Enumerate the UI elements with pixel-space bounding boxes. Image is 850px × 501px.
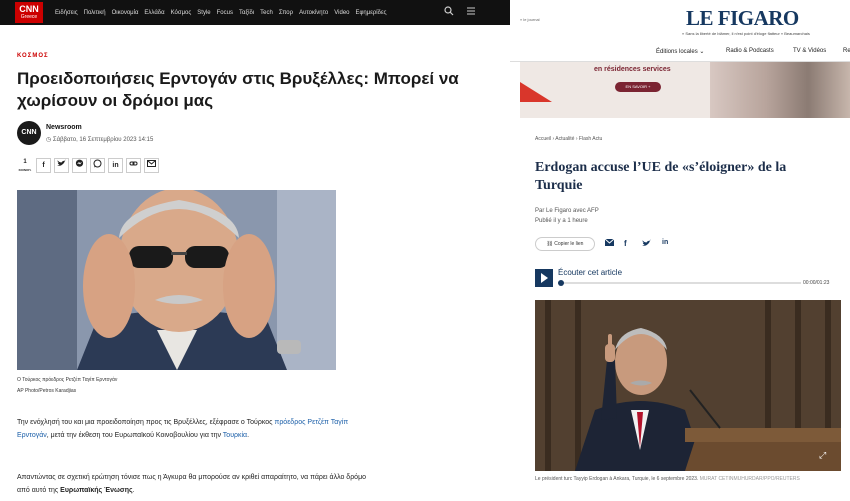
nav-item-video[interactable]: Video <box>334 10 349 16</box>
linkedin-icon[interactable]: in <box>108 158 123 173</box>
nav-item-sport[interactable]: Σπορ <box>279 10 293 16</box>
breadcrumb[interactable]: Accueil › Actualité › Flash Actu <box>535 136 602 142</box>
nav-item-news[interactable]: Ειδήσεις <box>55 10 78 16</box>
article-title: Προειδοποιήσεις Ερντογάν στις Βρυξέλλες:… <box>17 69 459 110</box>
figaro-tagline: « le journal <box>520 17 540 22</box>
nav-item-style[interactable]: Style <box>197 10 210 16</box>
figaro-article-panel: « le journal LE FIGARO « Sans la liberté… <box>510 0 850 501</box>
ad-button[interactable]: EN SAVOIR + <box>615 82 661 92</box>
expand-icon[interactable]: ⤢ <box>819 450 826 461</box>
caption-text: Le président turc Tayyip Erdogan à Ankar… <box>535 476 700 482</box>
paragraph-text: Την ενόχλησή του και μια προειδοποίηση π… <box>17 419 275 426</box>
cnn-logo-text: CNN <box>19 4 39 14</box>
nav-item-travel[interactable]: Ταξίδι <box>239 10 254 16</box>
link-turkey[interactable]: Τουρκία <box>223 432 247 439</box>
share-bar: 1 ΚΟΙΝΟΠ. f in <box>17 158 159 173</box>
facebook-icon[interactable]: f <box>36 158 51 173</box>
figaro-logo[interactable]: LE FIGARO <box>686 6 799 31</box>
twitter-icon[interactable] <box>642 239 651 249</box>
article-date-text: Σάββατο, 16 Σεπτεμβρίου 2023 14:15 <box>52 137 154 143</box>
nav-item-focus[interactable]: Focus <box>217 10 233 16</box>
paragraph-text: . <box>247 432 250 439</box>
audio-time: 00:00/01:23 <box>803 280 830 286</box>
ad-red-triangle <box>520 82 552 102</box>
ad-photo <box>710 62 850 118</box>
paragraph-text: , μετά την έκθεση του Ευρωπαϊκού Κοινοβο… <box>46 432 223 439</box>
audio-progress-handle[interactable] <box>558 280 564 286</box>
messenger-icon[interactable] <box>72 158 87 173</box>
play-icon[interactable] <box>535 269 553 287</box>
cnn-logo-sub: Greece <box>20 14 38 20</box>
clock-icon: ◷ <box>46 137 53 143</box>
bold-eu: Ευρωπαϊκής Ένωσης <box>60 487 133 494</box>
search-icon[interactable] <box>444 6 454 19</box>
photo-credit: AP Photo/Petros Karadjias <box>17 388 77 394</box>
article-published: Publié il y a 1 heure <box>535 218 588 224</box>
nav-item-greece[interactable]: Ελλάδα <box>144 10 164 16</box>
linkedin-icon[interactable]: in <box>662 239 668 246</box>
share-count-label: ΚΟΙΝΟΠ. <box>18 168 32 172</box>
article-paragraph-1: Την ενόχλησή του και μια προειδοποίηση π… <box>17 416 377 442</box>
share-count-value: 1 <box>23 159 27 165</box>
ad-text: en résidences services <box>594 66 671 73</box>
nav-item-newspapers[interactable]: Εφημερίδες <box>356 10 387 16</box>
copy-link-button[interactable]: ⛓ Copier le lien <box>535 237 595 251</box>
nav-item-economy[interactable]: Οικονομία <box>112 10 139 16</box>
cnn-top-nav: CNN Greece Ειδήσεις Πολιτική Οικονομία Ε… <box>0 0 510 25</box>
subnav-more[interactable]: Re <box>843 48 850 54</box>
whatsapp-icon[interactable] <box>90 158 105 173</box>
article-category[interactable]: ΚΟΣΜΟΣ <box>17 53 49 59</box>
photo-caption: Ο Τούρκος πρόεδρος Ρετζέπ Ταγίπ Ερντογάν <box>17 377 118 383</box>
article-date: ◷ Σάββατο, 16 Σεπτεμβρίου 2023 14:15 <box>46 136 153 143</box>
nav-item-tech[interactable]: Tech <box>260 10 273 16</box>
article-title: Erdogan accuse l’UE de «s’éloigner» de l… <box>535 160 787 193</box>
nav-item-world[interactable]: Κόσμος <box>171 10 192 16</box>
facebook-icon[interactable]: f <box>624 239 627 248</box>
nav-item-politics[interactable]: Πολιτική <box>84 10 106 16</box>
figaro-subnav: Éditions locales ⌄ Radio & Podcasts TV &… <box>510 42 850 62</box>
email-icon[interactable] <box>144 158 159 173</box>
author-avatar: CNN <box>17 121 41 145</box>
figaro-quote: « Sans la liberté de blâmer, il n'est po… <box>682 31 810 36</box>
twitter-icon[interactable] <box>54 158 69 173</box>
copy-link-label: Copier le lien <box>554 241 584 247</box>
subnav-tv-videos[interactable]: TV & Vidéos <box>793 48 826 54</box>
nav-item-car[interactable]: Αυτοκίνητο <box>299 10 328 16</box>
subnav-radio-podcasts[interactable]: Radio & Podcasts <box>726 48 774 54</box>
link-icon[interactable] <box>126 158 141 173</box>
cnn-logo[interactable]: CNN Greece <box>15 2 43 23</box>
cnn-article-panel: CNN Greece Ειδήσεις Πολιτική Οικονομία Ε… <box>0 0 510 501</box>
paragraph-text: . <box>132 487 135 494</box>
article-byline: Par Le Figaro avec AFP <box>535 208 599 214</box>
advertisement-banner[interactable]: en résidences services EN SAVOIR + <box>520 62 850 118</box>
hamburger-icon[interactable] <box>466 6 476 19</box>
email-icon[interactable] <box>604 238 615 248</box>
photo-caption: Le président turc Tayyip Erdogan à Ankar… <box>535 475 835 483</box>
audio-label: Écouter cet article <box>558 268 623 277</box>
share-count: 1 ΚΟΙΝΟΠ. <box>17 158 33 173</box>
audio-progress-bar[interactable] <box>558 282 801 284</box>
article-photo-erdogan[interactable] <box>535 300 841 471</box>
author-name[interactable]: Newsroom <box>46 124 82 131</box>
article-paragraph-2: Απαντώντας σε σχετική ερώτηση τόνισε πως… <box>17 471 377 497</box>
caption-credit: MURAT CETINMUHURDAR/PPO/REUTERS <box>699 476 800 482</box>
subnav-local-editions[interactable]: Éditions locales ⌄ <box>656 48 704 55</box>
cnn-menu: Ειδήσεις Πολιτική Οικονομία Ελλάδα Κόσμο… <box>55 0 387 25</box>
article-photo-erdogan[interactable] <box>17 190 336 370</box>
